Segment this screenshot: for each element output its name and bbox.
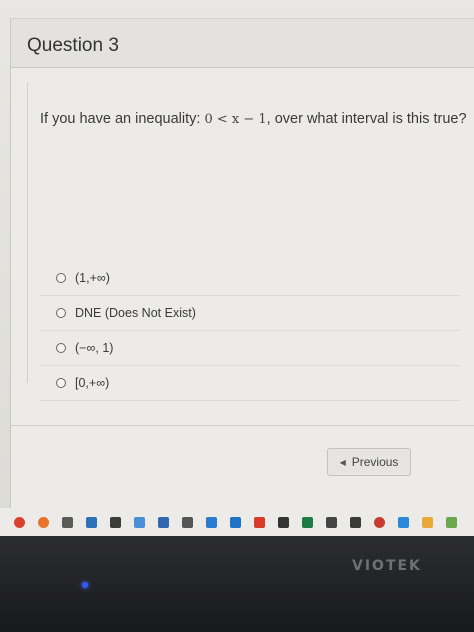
app-icon[interactable] <box>326 516 337 528</box>
app-icon[interactable] <box>230 516 241 528</box>
app-icon[interactable] <box>254 516 265 528</box>
xbox-icon[interactable] <box>350 516 361 528</box>
answer-option-2[interactable]: DNE (Does Not Exist) <box>40 296 460 331</box>
question-card: Question 3 If you have an inequality: 0 … <box>10 18 474 514</box>
app-icon[interactable] <box>374 516 385 528</box>
taskbar <box>0 508 474 536</box>
excel-icon[interactable] <box>302 516 313 528</box>
question-text-after: , over what interval is this true? <box>266 111 467 127</box>
radio-button[interactable] <box>56 343 66 353</box>
app-icon[interactable] <box>422 516 433 528</box>
navigation-area: ◀ Previous <box>11 425 474 506</box>
screen: Question 3 If you have an inequality: 0 … <box>0 0 474 528</box>
radio-button[interactable] <box>56 378 66 388</box>
question-header: Question 3 <box>11 19 474 68</box>
option-label: (1,+∞) <box>75 271 110 285</box>
app-icon[interactable] <box>446 516 457 528</box>
previous-button[interactable]: ◀ Previous <box>327 448 411 476</box>
app-icon[interactable] <box>206 516 217 528</box>
monitor-bezel: VIOTEK <box>0 536 474 632</box>
answer-option-4[interactable]: [0,+∞) <box>40 366 460 401</box>
monitor: Question 3 If you have an inequality: 0 … <box>0 0 474 632</box>
caret-left-icon: ◀ <box>339 457 346 467</box>
chrome-icon[interactable] <box>14 516 25 528</box>
question-body: If you have an inequality: 0 < x − 1, ov… <box>27 83 468 401</box>
app-icon[interactable] <box>86 516 97 528</box>
answer-option-3[interactable]: (−∞, 1) <box>40 331 460 366</box>
app-icon[interactable] <box>110 516 121 528</box>
app-icon[interactable] <box>398 516 409 528</box>
question-text-before: If you have an inequality: <box>40 111 205 127</box>
radio-button[interactable] <box>56 308 66 318</box>
firefox-icon[interactable] <box>38 516 49 528</box>
radio-button[interactable] <box>56 273 66 283</box>
question-text: If you have an inequality: 0 < x − 1, ov… <box>40 111 467 127</box>
previous-label: Previous <box>351 455 399 469</box>
answer-option-1[interactable]: (1,+∞) <box>40 261 460 296</box>
power-led-icon <box>82 582 88 588</box>
app-icon[interactable] <box>158 516 169 528</box>
option-label: [0,+∞) <box>75 376 110 390</box>
question-title: Question 3 <box>27 35 119 56</box>
option-label: DNE (Does Not Exist) <box>75 306 196 320</box>
app-icon[interactable] <box>134 516 145 528</box>
app-icon[interactable] <box>182 516 193 528</box>
monitor-brand-logo: VIOTEK <box>352 558 422 574</box>
option-label: (−∞, 1) <box>75 341 114 355</box>
answer-options: (1,+∞) DNE (Does Not Exist) (−∞, 1) [0,+… <box>40 261 460 401</box>
app-icon[interactable] <box>62 516 73 528</box>
inequality-expression: 0 < x − 1 <box>204 112 267 127</box>
app-icon[interactable] <box>278 516 289 528</box>
